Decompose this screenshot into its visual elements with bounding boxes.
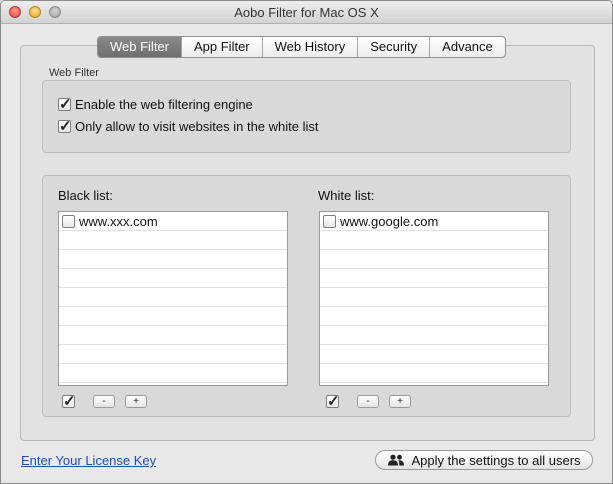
black-list-select-all-checkbox[interactable] xyxy=(62,392,76,410)
whitelist-only-label: Only allow to visit websites in the whit… xyxy=(75,119,319,134)
empty-row xyxy=(320,307,548,326)
license-key-link[interactable]: Enter Your License Key xyxy=(21,453,156,468)
empty-row xyxy=(320,326,548,345)
tab-web-history[interactable]: Web History xyxy=(261,37,358,57)
empty-row xyxy=(59,326,287,345)
white-list-title: White list: xyxy=(318,188,375,203)
apply-all-users-button[interactable]: Apply the settings to all users xyxy=(375,450,593,470)
tab-app-filter[interactable]: App Filter xyxy=(181,37,262,57)
enable-filter-option[interactable]: Enable the web filtering engine xyxy=(58,95,253,113)
enable-filter-checkbox[interactable] xyxy=(58,95,72,113)
window-title: Aobo Filter for Mac OS X xyxy=(234,5,379,20)
empty-row xyxy=(320,231,548,250)
app-window: Aobo Filter for Mac OS X Web Filter App … xyxy=(0,0,613,484)
web-filter-options-group: Enable the web filtering engine Only all… xyxy=(42,80,571,153)
list-item-checkbox[interactable] xyxy=(62,214,75,228)
empty-row xyxy=(59,231,287,250)
black-list-title: Black list: xyxy=(58,188,113,203)
tab-bar: Web Filter App Filter Web History Securi… xyxy=(97,36,506,58)
empty-row xyxy=(59,345,287,364)
white-list-controls: - + xyxy=(326,392,411,410)
tab-advance[interactable]: Advance xyxy=(429,37,505,57)
white-list-table[interactable]: www.google.com xyxy=(319,211,549,386)
empty-row xyxy=(320,288,548,307)
enable-filter-label: Enable the web filtering engine xyxy=(75,97,253,112)
list-item-label: www.xxx.com xyxy=(79,213,158,229)
black-list-add-button[interactable]: + xyxy=(125,395,147,408)
white-list-remove-button[interactable]: - xyxy=(357,395,379,408)
list-item[interactable]: www.xxx.com xyxy=(59,212,287,231)
empty-row xyxy=(320,364,548,383)
empty-row xyxy=(59,364,287,383)
empty-row xyxy=(59,288,287,307)
empty-row xyxy=(320,269,548,288)
list-item-checkbox[interactable] xyxy=(323,214,336,228)
tab-security[interactable]: Security xyxy=(357,37,429,57)
black-list-remove-button[interactable]: - xyxy=(93,395,115,408)
list-item[interactable]: www.google.com xyxy=(320,212,548,231)
empty-row xyxy=(320,250,548,269)
black-list-controls: - + xyxy=(62,392,147,410)
list-item-label: www.google.com xyxy=(340,213,439,229)
whitelist-only-checkbox[interactable] xyxy=(58,117,72,135)
whitelist-only-option[interactable]: Only allow to visit websites in the whit… xyxy=(58,117,319,135)
empty-row xyxy=(320,345,548,364)
empty-row xyxy=(59,269,287,288)
white-list-select-all-checkbox[interactable] xyxy=(326,392,340,410)
white-list-add-button[interactable]: + xyxy=(389,395,411,408)
users-icon xyxy=(387,454,405,466)
title-bar[interactable]: Aobo Filter for Mac OS X xyxy=(1,1,612,24)
empty-row xyxy=(59,307,287,326)
lists-group: Black list: www.xxx.com - + White list: xyxy=(42,175,571,417)
black-list-table[interactable]: www.xxx.com xyxy=(58,211,288,386)
empty-row xyxy=(59,250,287,269)
apply-all-users-label: Apply the settings to all users xyxy=(411,452,581,468)
web-filter-group-label: Web Filter xyxy=(49,67,99,79)
tab-web-filter[interactable]: Web Filter xyxy=(98,37,181,57)
